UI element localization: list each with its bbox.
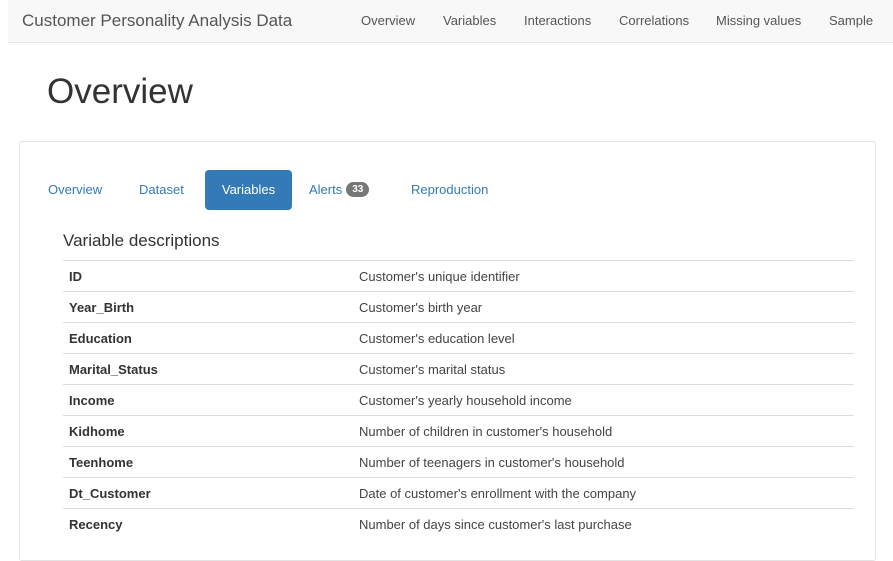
nav-link-sample[interactable]: Sample — [829, 13, 873, 28]
tab-alerts[interactable]: Alerts 33 — [309, 170, 370, 210]
variable-name: Kidhome — [63, 415, 353, 447]
nav-link-overview[interactable]: Overview — [361, 13, 415, 28]
nav-link-correlations[interactable]: Correlations — [619, 13, 689, 28]
table-row: Teenhome Number of teenagers in customer… — [63, 446, 854, 478]
variable-name: Recency — [63, 508, 353, 539]
variable-name: Education — [63, 322, 353, 354]
variable-name: Year_Birth — [63, 291, 353, 323]
variable-description: Number of teenagers in customer's househ… — [353, 446, 854, 478]
variable-description: Customer's unique identifier — [353, 260, 854, 292]
variable-description: Customer's education level — [353, 322, 854, 354]
variable-description: Date of customer's enrollment with the c… — [353, 477, 854, 509]
table-row: ID Customer's unique identifier — [63, 260, 854, 292]
navbar-brand[interactable]: Customer Personality Analysis Data — [22, 11, 292, 31]
variable-name: Teenhome — [63, 446, 353, 478]
variable-description: Customer's marital status — [353, 353, 854, 385]
section-title: Variable descriptions — [63, 231, 220, 250]
variable-description: Customer's yearly household income — [353, 384, 854, 416]
alerts-count-badge: 33 — [346, 182, 370, 198]
nav-link-interactions[interactable]: Interactions — [524, 13, 591, 28]
table-row: Year_Birth Customer's birth year — [63, 291, 854, 323]
variable-name: ID — [63, 260, 353, 292]
page-title: Overview — [47, 72, 193, 111]
table-row: Dt_Customer Date of customer's enrollmen… — [63, 477, 854, 509]
tab-dataset[interactable]: Dataset — [139, 170, 184, 210]
nav-link-missing-values[interactable]: Missing values — [716, 13, 801, 28]
variable-description: Number of days since customer's last pur… — [353, 508, 854, 539]
tab-overview[interactable]: Overview — [48, 170, 102, 210]
variable-name: Dt_Customer — [63, 477, 353, 509]
tab-reproduction[interactable]: Reproduction — [411, 170, 488, 210]
table-row: Recency Number of days since customer's … — [63, 508, 854, 539]
tab-alerts-label: Alerts — [309, 182, 343, 197]
nav-link-variables[interactable]: Variables — [443, 13, 496, 28]
table-row: Income Customer's yearly household incom… — [63, 384, 854, 416]
variable-name: Income — [63, 384, 353, 416]
table-row: Marital_Status Customer's marital status — [63, 353, 854, 385]
table-row: Kidhome Number of children in customer's… — [63, 415, 854, 447]
table-row: Education Customer's education level — [63, 322, 854, 354]
variable-description: Customer's birth year — [353, 291, 854, 323]
variable-descriptions-table: ID Customer's unique identifier Year_Bir… — [63, 260, 854, 539]
top-navbar: Customer Personality Analysis Data Overv… — [8, 0, 893, 43]
variable-name: Marital_Status — [63, 353, 353, 385]
tab-variables[interactable]: Variables — [205, 170, 292, 210]
variable-description: Number of children in customer's househo… — [353, 415, 854, 447]
